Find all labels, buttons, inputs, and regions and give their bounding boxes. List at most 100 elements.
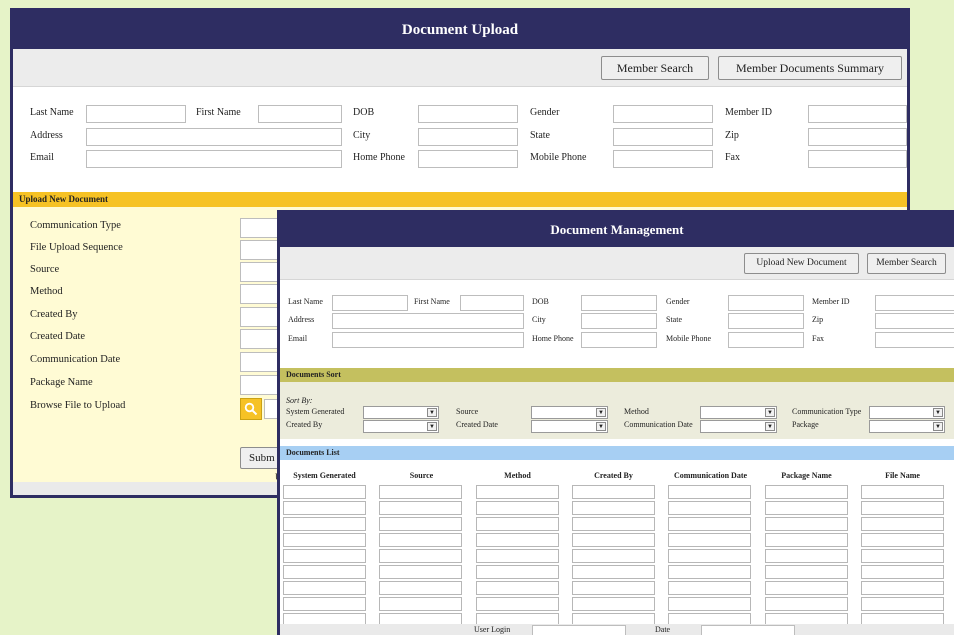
communication-type-select[interactable]: ▼ <box>869 406 945 419</box>
mobile-phone-input[interactable] <box>613 150 713 168</box>
table-cell[interactable] <box>668 597 752 611</box>
table-cell[interactable] <box>860 565 944 579</box>
column-header-package-name[interactable]: Package Name <box>765 471 848 480</box>
table-cell[interactable] <box>571 597 655 611</box>
table-cell[interactable] <box>571 501 655 515</box>
table-cell[interactable] <box>283 501 366 515</box>
table-cell[interactable] <box>475 533 559 547</box>
table-cell[interactable] <box>475 549 559 563</box>
table-cell[interactable] <box>764 597 848 611</box>
city-input[interactable] <box>418 128 518 146</box>
member-documents-summary-button[interactable]: Member Documents Summary <box>718 56 902 80</box>
date-input[interactable] <box>701 625 795 635</box>
table-cell[interactable] <box>283 581 366 595</box>
package-name-input[interactable] <box>240 375 280 395</box>
member-search-button[interactable]: Member Search <box>867 253 946 274</box>
table-cell[interactable] <box>860 533 944 547</box>
method-select[interactable]: ▼ <box>700 406 777 419</box>
created-by-input[interactable] <box>240 307 280 327</box>
table-cell[interactable] <box>571 517 655 531</box>
table-cell[interactable] <box>379 549 463 563</box>
source-input[interactable] <box>240 262 280 282</box>
table-cell[interactable] <box>571 485 655 499</box>
table-cell[interactable] <box>475 565 559 579</box>
zip-input[interactable] <box>875 313 954 329</box>
dob-input[interactable] <box>581 295 657 311</box>
user-login-input[interactable] <box>532 625 626 635</box>
table-cell[interactable] <box>571 533 655 547</box>
fax-input[interactable] <box>875 332 954 348</box>
member-id-input[interactable] <box>875 295 954 311</box>
upload-new-document-button[interactable]: Upload New Document <box>744 253 859 274</box>
table-cell[interactable] <box>668 517 752 531</box>
home-phone-input[interactable] <box>418 150 518 168</box>
mobile-phone-input[interactable] <box>728 332 804 348</box>
created-date-select[interactable]: ▼ <box>531 420 608 433</box>
table-cell[interactable] <box>764 549 848 563</box>
table-cell[interactable] <box>668 501 752 515</box>
table-cell[interactable] <box>283 597 366 611</box>
table-cell[interactable] <box>379 485 463 499</box>
table-cell[interactable] <box>668 565 752 579</box>
source-select[interactable]: ▼ <box>531 406 608 419</box>
address-input[interactable] <box>332 313 524 329</box>
table-cell[interactable] <box>668 485 752 499</box>
fax-input[interactable] <box>808 150 907 168</box>
email-input[interactable] <box>86 150 342 168</box>
column-header-source[interactable]: Source <box>380 471 463 480</box>
table-cell[interactable] <box>379 597 463 611</box>
table-cell[interactable] <box>379 517 463 531</box>
first-name-input[interactable] <box>258 105 342 123</box>
table-cell[interactable] <box>764 517 848 531</box>
table-cell[interactable] <box>860 549 944 563</box>
table-cell[interactable] <box>764 501 848 515</box>
table-cell[interactable] <box>860 485 944 499</box>
method-input[interactable] <box>240 284 280 304</box>
state-input[interactable] <box>728 313 804 329</box>
created-by-select[interactable]: ▼ <box>363 420 439 433</box>
table-cell[interactable] <box>571 565 655 579</box>
package-select[interactable]: ▼ <box>869 420 945 433</box>
table-cell[interactable] <box>571 581 655 595</box>
home-phone-input[interactable] <box>581 332 657 348</box>
last-name-input[interactable] <box>332 295 408 311</box>
table-cell[interactable] <box>379 533 463 547</box>
table-cell[interactable] <box>668 533 752 547</box>
column-header-system-generated[interactable]: System Generated <box>283 471 366 480</box>
column-header-communication-date[interactable]: Communication Date <box>669 471 752 480</box>
dob-input[interactable] <box>418 105 518 123</box>
table-cell[interactable] <box>764 581 848 595</box>
table-cell[interactable] <box>283 549 366 563</box>
table-cell[interactable] <box>764 485 848 499</box>
member-search-button[interactable]: Member Search <box>601 56 709 80</box>
browse-button[interactable] <box>240 398 262 420</box>
table-cell[interactable] <box>379 581 463 595</box>
table-cell[interactable] <box>379 565 463 579</box>
table-cell[interactable] <box>668 581 752 595</box>
gender-input[interactable] <box>728 295 804 311</box>
created-date-input[interactable] <box>240 329 280 349</box>
system-generated-select[interactable]: ▼ <box>363 406 439 419</box>
column-header-file-name[interactable]: File Name <box>861 471 944 480</box>
table-cell[interactable] <box>571 549 655 563</box>
zip-input[interactable] <box>808 128 907 146</box>
table-cell[interactable] <box>764 533 848 547</box>
communication-date-select[interactable]: ▼ <box>700 420 777 433</box>
table-cell[interactable] <box>860 517 944 531</box>
table-cell[interactable] <box>475 517 559 531</box>
table-cell[interactable] <box>475 501 559 515</box>
first-name-input[interactable] <box>460 295 524 311</box>
table-cell[interactable] <box>283 485 366 499</box>
table-cell[interactable] <box>379 501 463 515</box>
table-cell[interactable] <box>668 549 752 563</box>
gender-input[interactable] <box>613 105 713 123</box>
communication-date-input[interactable] <box>240 352 280 372</box>
city-input[interactable] <box>581 313 657 329</box>
column-header-method[interactable]: Method <box>476 471 559 480</box>
table-cell[interactable] <box>860 597 944 611</box>
table-cell[interactable] <box>475 581 559 595</box>
submit-button[interactable]: Subm <box>240 447 282 469</box>
column-header-created-by[interactable]: Created By <box>572 471 655 480</box>
last-name-input[interactable] <box>86 105 186 123</box>
table-cell[interactable] <box>283 565 366 579</box>
